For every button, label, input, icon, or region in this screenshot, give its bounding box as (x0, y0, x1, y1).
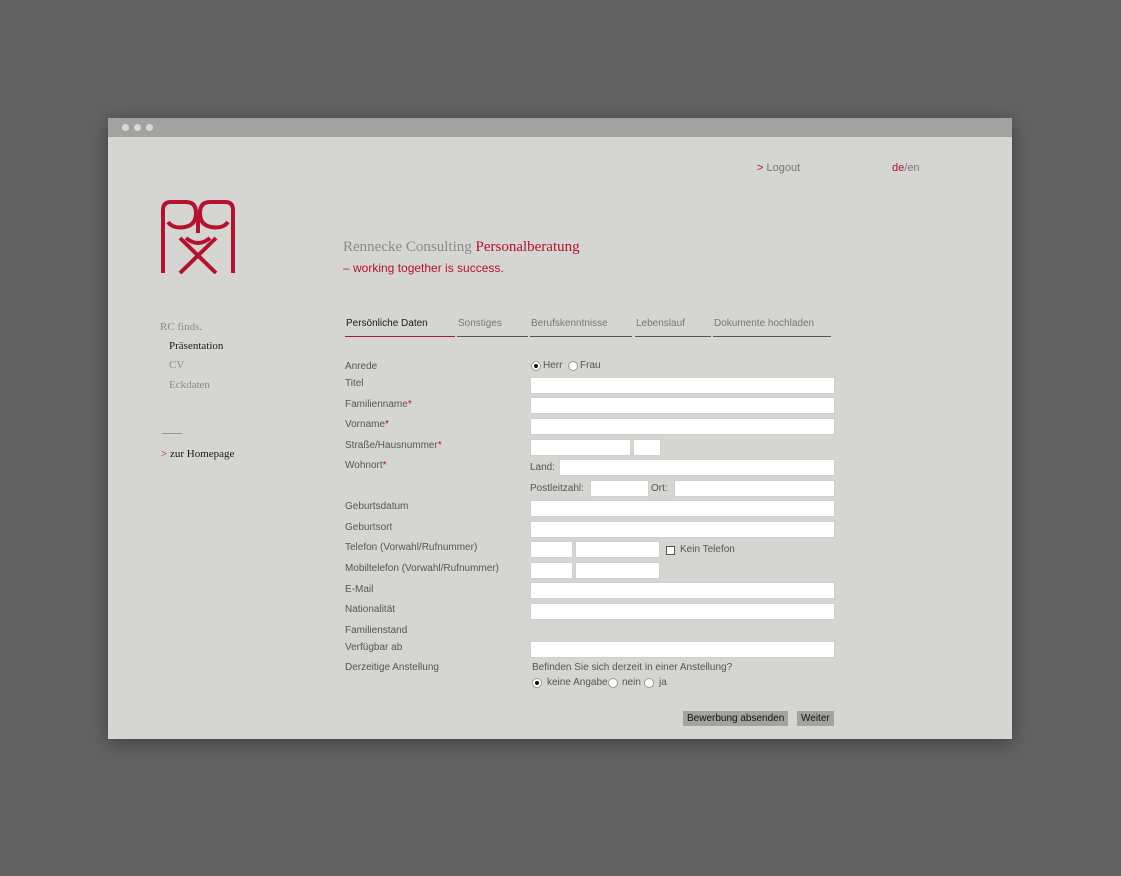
kein-telefon-checkbox[interactable] (666, 546, 675, 555)
telefon-label: Telefon (Vorwahl/Rufnummer) (345, 542, 478, 553)
submit-application-button[interactable]: Bewerbung absenden (683, 711, 789, 726)
next-button[interactable]: Weiter (797, 711, 834, 726)
geburtsdatum-label: Geburtsdatum (345, 501, 409, 512)
familienname-input[interactable] (530, 397, 835, 414)
anrede-herr-label: Herr (543, 360, 563, 371)
homepage-label: zur Homepage (169, 448, 235, 460)
anrede-frau-radio[interactable] (568, 361, 578, 371)
ort-label: Ort: (651, 483, 668, 494)
sidebar-divider (162, 433, 182, 434)
strasse-text: Straße/Hausnummer (345, 440, 438, 451)
anrede-label: Anrede (345, 361, 378, 372)
anstellung-nein-radio[interactable] (608, 678, 618, 688)
familienname-text: Familienname (345, 399, 408, 410)
browser-window: > Logout de/en Rennecke Consulting Perso… (108, 118, 1012, 739)
familienstand-label: Familienstand (345, 625, 408, 636)
window-minimize-dot[interactable] (134, 124, 141, 131)
familienname-label: Familienname* (345, 399, 412, 410)
land-label: Land: (530, 462, 556, 473)
sidebar-item-cv[interactable]: CV (169, 359, 184, 371)
lang-en-link[interactable]: en (907, 162, 919, 174)
tab-dokumente-hochladen[interactable]: Dokumente hochladen (713, 318, 831, 337)
rc-monogram-logo[interactable] (160, 200, 236, 274)
verfuegbar-input[interactable] (530, 641, 835, 658)
lang-de-link[interactable]: de (892, 162, 904, 174)
anrede-frau-label: Frau (580, 360, 601, 371)
anstellung-nein-label: nein (622, 677, 641, 688)
nationalitaet-label: Nationalität (345, 604, 396, 615)
verfuegbar-label: Verfügbar ab (345, 642, 403, 653)
nationalitaet-input[interactable] (530, 603, 835, 620)
homepage-arrow: > (161, 448, 168, 460)
anstellung-ja-radio[interactable] (644, 678, 654, 688)
hausnummer-input[interactable] (633, 439, 661, 456)
land-input[interactable] (559, 459, 835, 476)
anstellung-keine-angabe-label: keine Angabe (547, 677, 608, 688)
wohnort-text: Wohnort (345, 460, 383, 471)
vorname-label: Vorname* (345, 419, 389, 430)
brand-name: Rennecke Consulting (343, 239, 472, 255)
mobil-vorwahl-input[interactable] (530, 562, 573, 579)
window-titlebar (108, 118, 1012, 137)
window-close-dot[interactable] (122, 124, 129, 131)
sidebar-heading: RC finds. (160, 321, 203, 333)
mobiltelefon-label: Mobiltelefon (Vorwahl/Rufnummer) (345, 563, 499, 574)
required-mark: * (437, 440, 442, 451)
geburtsdatum-input[interactable] (530, 500, 835, 517)
email-input[interactable] (530, 582, 835, 599)
brand-suffix: Personalberatung (475, 239, 580, 255)
titel-label: Titel (345, 378, 364, 389)
email-label: E-Mail (345, 584, 374, 595)
tab-persoenliche-daten[interactable]: Persönliche Daten (345, 318, 455, 337)
anstellung-label: Derzeitige Anstellung (345, 662, 439, 673)
tab-sonstiges[interactable]: Sonstiges (457, 318, 528, 337)
sidebar-item-praesentation[interactable]: Präsentation (169, 340, 223, 352)
strasse-label: Straße/Hausnummer* (345, 440, 442, 451)
postleitzahl-label: Postleitzahl: (530, 483, 584, 494)
brand-title: Rennecke Consulting Personalberatung (343, 239, 580, 256)
kein-telefon-label: Kein Telefon (680, 544, 735, 555)
telefon-vorwahl-input[interactable] (530, 541, 573, 558)
geburtsort-label: Geburtsort (345, 522, 393, 533)
homepage-link[interactable]: > zur Homepage (161, 448, 234, 460)
anstellung-question: Befinden Sie sich derzeit in einer Anste… (532, 662, 733, 673)
titel-input[interactable] (530, 377, 835, 394)
tab-berufskenntnisse[interactable]: Berufskenntnisse (530, 318, 632, 337)
anstellung-keine-angabe-radio[interactable] (532, 678, 542, 688)
language-switch: de/en (892, 162, 920, 174)
geburtsort-input[interactable] (530, 521, 835, 538)
required-mark: * (407, 399, 412, 410)
wohnort-label: Wohnort* (345, 460, 387, 471)
anrede-herr-radio[interactable] (531, 361, 541, 371)
brand-tagline: – working together is success. (343, 261, 504, 275)
logout-link[interactable]: > Logout (757, 162, 800, 174)
tab-lebenslauf[interactable]: Lebenslauf (635, 318, 711, 337)
vorname-input[interactable] (530, 418, 835, 435)
anstellung-ja-label: ja (659, 677, 667, 688)
ort-input[interactable] (674, 480, 835, 497)
sidebar-item-eckdaten[interactable]: Eckdaten (169, 379, 210, 391)
logout-arrow: > (757, 162, 764, 174)
strasse-input[interactable] (530, 439, 631, 456)
window-maximize-dot[interactable] (146, 124, 153, 131)
required-mark: * (385, 419, 389, 430)
postleitzahl-input[interactable] (590, 480, 649, 497)
telefon-nummer-input[interactable] (575, 541, 660, 558)
logout-label: Logout (766, 162, 801, 174)
vorname-text: Vorname (345, 419, 386, 430)
mobil-nummer-input[interactable] (575, 562, 660, 579)
required-mark: * (382, 460, 387, 471)
